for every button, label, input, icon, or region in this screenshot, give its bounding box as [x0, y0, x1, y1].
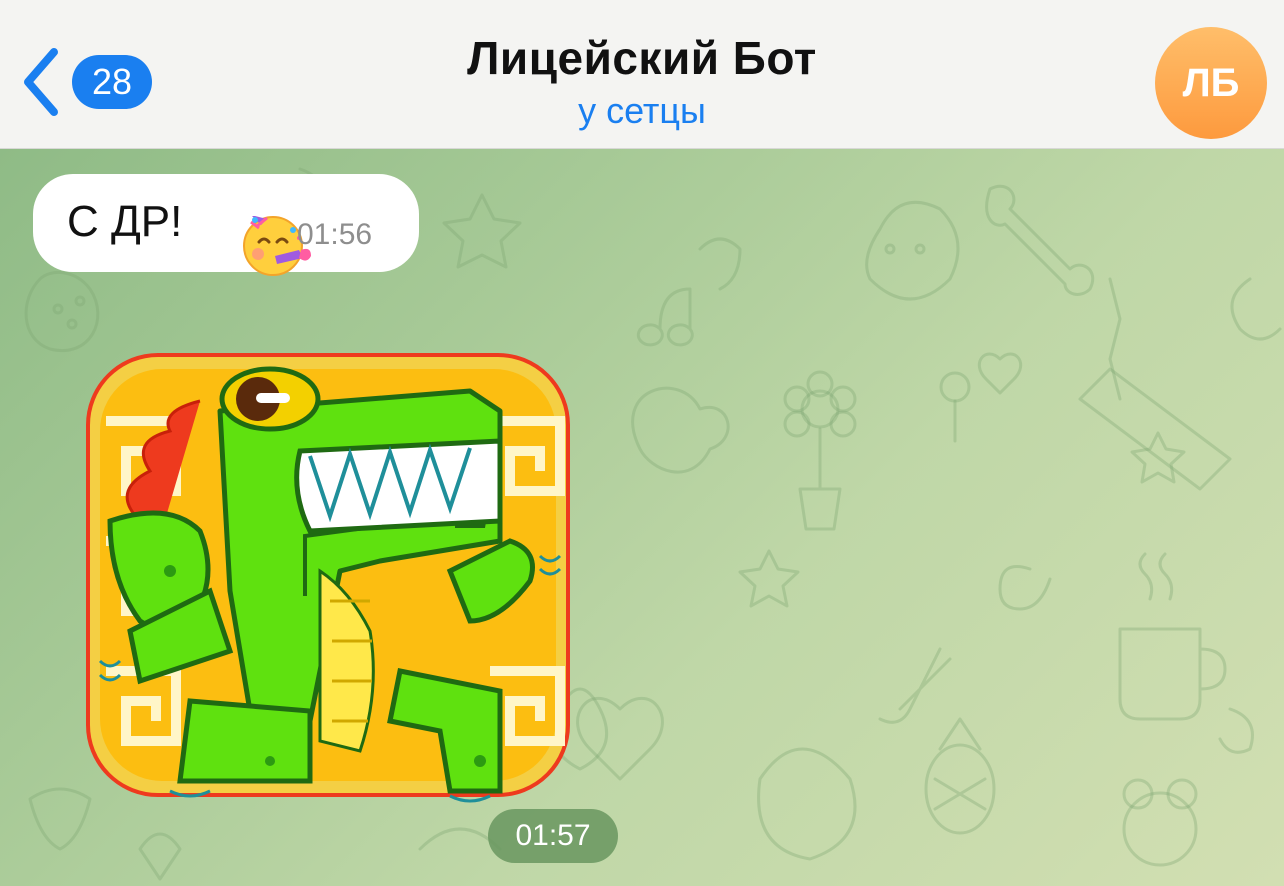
chat-subtitle: у сетцы [578, 90, 706, 131]
avatar[interactable]: ЛБ [1155, 27, 1267, 139]
message-text: С ДР! [67, 197, 183, 246]
message-bubble[interactable]: С ДР! 01:56 [33, 174, 419, 276]
chat-header: 28 Лицейский Бот у сетцы ЛБ [0, 0, 1284, 149]
chat-area[interactable]: С ДР! 01:56 01:57 [0, 149, 1284, 886]
chat-title: Лицейский Бот [467, 32, 817, 84]
chat-title-group[interactable]: Лицейский Бот у сетцы [0, 30, 1284, 134]
message-timestamp: 01:56 [297, 218, 373, 251]
sticker-timestamp: 01:57 [488, 809, 618, 863]
dinosaur-sticker[interactable] [70, 341, 590, 821]
